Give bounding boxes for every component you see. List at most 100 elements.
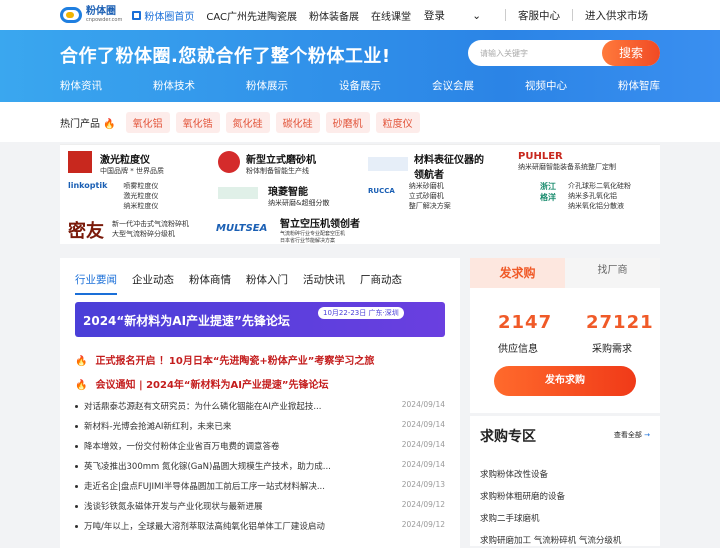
hot-tag[interactable]: 氧化锆 <box>175 111 220 133</box>
hot-tag[interactable]: 氮化硅 <box>225 111 270 133</box>
arrow-right-icon: → <box>644 431 650 439</box>
brand-ad[interactable]: MULTSEA <box>216 223 267 234</box>
hot-tag[interactable]: 砂磨机 <box>325 111 370 133</box>
brand-title: 琅菱智能 <box>268 187 308 198</box>
fire-icon: 🔥 <box>75 356 88 367</box>
brand-ad[interactable]: 激光粒度仪 中国品牌 * 世界品质 <box>68 151 164 176</box>
news-title: 浅谈钐铁氮永磁体开发与产业化现状与最新进展 <box>84 502 263 512</box>
hot-tag[interactable]: 氧化铝 <box>125 111 170 133</box>
brand-title: linkoptik <box>68 181 108 190</box>
brand-ad[interactable]: PUHLER 纳米研磨智能装备系统整厂定制 <box>518 151 616 172</box>
bullet <box>75 485 78 488</box>
brand-ad[interactable]: 琅菱智能 纳米研磨&超细分散 <box>218 183 329 208</box>
bullet <box>75 405 78 408</box>
news-date: 2024/09/12 <box>401 520 445 529</box>
buy-item[interactable]: 求购二手球磨机 <box>480 512 540 524</box>
news-item[interactable]: 英飞凌推出300mm 氮化镓(GaN)晶圆大规模生产技术，助力成... 2024/… <box>75 460 445 472</box>
news-date: 2024/09/13 <box>401 480 445 489</box>
brand-title: PUHLER <box>518 151 563 162</box>
bullet <box>75 465 78 468</box>
brand-line: 整厂解决方案 <box>408 202 451 210</box>
bullet <box>75 425 78 428</box>
buy-item[interactable]: 求购粉体粗研磨的设备 <box>480 490 565 502</box>
nav-news[interactable]: 粉体资讯 <box>60 78 102 93</box>
news-item[interactable]: 浅谈钐铁氮永磁体开发与产业化现状与最新进展 2024/09/12 <box>75 500 445 512</box>
tab-post-demand[interactable]: 发求购 <box>470 258 565 288</box>
buy-item[interactable]: 求购研磨加工 气流粉碎机 气流分级机 <box>480 534 621 546</box>
service-link[interactable]: 客服中心 <box>506 8 572 23</box>
tab-vendors[interactable]: 厂商动态 <box>360 272 402 295</box>
nav-equip-show[interactable]: 设备展示 <box>339 78 381 93</box>
demand-label: 采购需求 <box>592 344 632 355</box>
post-demand-button[interactable]: 发布求购 <box>494 366 636 396</box>
tab-market[interactable]: 粉体商情 <box>189 272 231 295</box>
nav-equipment-expo[interactable]: 粉体装备展 <box>309 8 359 23</box>
brand-title: MULTSEA <box>216 223 268 234</box>
brand-ad[interactable]: 智立空压机领创者 气流粉碎行业专业配套空压机 日本省行业节能解决方案 <box>280 215 360 244</box>
buy-item[interactable]: 求购粉体改性设备 <box>480 468 548 480</box>
buy-title: 求购专区 <box>480 429 536 445</box>
news-date: 2024/09/14 <box>401 440 445 449</box>
news-date: 2024/09/12 <box>401 500 445 509</box>
news-item[interactable]: 走近名企|盘点FUJIMI半导体晶圆加工前后工序一站式材料解决... 2024/0… <box>75 480 445 492</box>
brand-ad[interactable]: 密友 新一代冲击式气流粉碎机 大型气流粉碎分级机 <box>68 217 189 243</box>
tab-events[interactable]: 活动快讯 <box>303 272 345 295</box>
search-box: 请输入关键字 搜索 <box>468 40 660 66</box>
news-date: 2024/09/14 <box>401 400 445 409</box>
tab-industry-news[interactable]: 行业要闻 <box>75 272 117 295</box>
hot-tag[interactable]: 粒度仪 <box>375 111 420 133</box>
buy-zone: 求购专区 查看全部 → 求购粉体改性设备 求购粉体粗研磨的设备 求购二手球磨机 … <box>470 416 660 546</box>
news-item[interactable]: 降本增效，一份交付粉体企业省百万电费的调意答卷 2024/09/14 <box>75 440 445 452</box>
tab-company[interactable]: 企业动态 <box>132 272 174 295</box>
nav-powder-show[interactable]: 粉体展示 <box>246 78 288 93</box>
nav-think-tank[interactable]: 粉体智库 <box>618 78 660 93</box>
market-link[interactable]: 进入供求市场 <box>573 8 660 23</box>
headline-text: | 2024年“新材料为AI产业提速”先锋论坛 <box>138 380 329 391</box>
brand-line: 纳米多孔氧化铝 <box>568 192 617 200</box>
brand-ad[interactable]: 材料表征仪器的 领航者 <box>368 151 484 181</box>
headline-tag: 会议通知 <box>95 380 136 391</box>
tab-find-vendor[interactable]: 找厂商 <box>565 258 660 288</box>
news-item[interactable]: 对话鼎泰芯源赵有文研究员：为什么磷化铟能在AI产业掀起技... 2024/09/1… <box>75 400 445 412</box>
top-bar: 粉体圈 cnpowder.com 粉体圈首页 CAC广州先进陶瓷展 粉体装备展 … <box>0 0 720 30</box>
slogan: 合作了粉体圈.您就合作了整个粉体工业! <box>60 46 391 67</box>
nav-home[interactable]: 粉体圈首页 <box>132 8 194 23</box>
news-item[interactable]: 万吨/年以上，全球最大溶剂萃取法高纯氧化铝单体工厂建设启动 2024/09/12 <box>75 520 445 532</box>
top-right: 登录 ⌄ 客服中心 进入供求市场 <box>400 0 660 30</box>
forum-banner[interactable]: 2024“新材料为AI产业提速”先锋论坛 10月22-23日 广东·深圳 <box>75 302 445 337</box>
brand-logo-icon <box>368 157 408 171</box>
news-item[interactable]: 新材料-光博会抢滩AI新红利，未来已来 2024/09/14 <box>75 420 445 432</box>
search-button[interactable]: 搜索 <box>602 40 660 66</box>
brand-ad[interactable]: 浙江格洋 介孔球形二氧化硅粉 纳米多孔氧化铝 纳米氧化铝分散液 <box>540 181 631 211</box>
logo[interactable]: 粉体圈 cnpowder.com <box>60 7 122 23</box>
brand-logo-icon <box>218 187 258 199</box>
tab-intro[interactable]: 粉体入门 <box>246 272 288 295</box>
brand-ad[interactable]: RUCCA 纳米砂磨机 立式砂磨机 整厂解决方案 <box>368 181 451 211</box>
hot-tag[interactable]: 碳化硅 <box>275 111 320 133</box>
search-input[interactable]: 请输入关键字 <box>480 48 528 59</box>
bullet <box>75 445 78 448</box>
login-link[interactable]: 登录 ⌄ <box>400 8 505 23</box>
headline[interactable]: 🔥 正式报名开启 ！10月日本“先进陶瓷+粉体产业”考察学习之旅 <box>75 352 374 367</box>
brand-line: 气流粉碎行业专业配套空压机 <box>280 231 346 237</box>
nav-meetings[interactable]: 会议会展 <box>432 78 474 93</box>
brand-ad[interactable]: 新型立式磨砂机 粉体制备智能生产线 <box>218 151 316 176</box>
hot-label: 热门产品 🔥 <box>60 115 116 130</box>
headline[interactable]: 🔥 会议通知 | 2024年“新材料为AI产业提速”先锋论坛 <box>75 376 329 391</box>
brand-line: 纳米砂磨机 <box>408 182 444 190</box>
brand-line: 纳米研磨&超细分散 <box>268 199 330 207</box>
nav-tech[interactable]: 粉体技术 <box>153 78 195 93</box>
brand-line: 纳米粒度仪 <box>123 202 159 210</box>
nav-cac[interactable]: CAC广州先进陶瓷展 <box>206 8 297 23</box>
banner-text: 2024“新材料为AI产业提速”先锋论坛 <box>83 314 290 328</box>
brand-ad[interactable]: linkoptik 喷雾粒度仪 激光粒度仪 纳米粒度仪 <box>68 181 158 211</box>
brand-line: 日本省行业节能解决方案 <box>280 238 336 244</box>
logo-sub: cnpowder.com <box>86 17 123 23</box>
view-all-link[interactable]: 查看全部 → <box>614 430 650 440</box>
brand-title: 激光粒度仪 <box>100 155 150 166</box>
news-title: 降本增效，一份交付粉体企业省百万电费的调意答卷 <box>84 442 280 452</box>
nav-video[interactable]: 视频中心 <box>525 78 567 93</box>
brand-title: 材料表征仪器的 <box>414 155 484 166</box>
chevron-down-icon: ⌄ <box>472 9 481 22</box>
brand-title-2: 领航者 <box>414 170 444 181</box>
